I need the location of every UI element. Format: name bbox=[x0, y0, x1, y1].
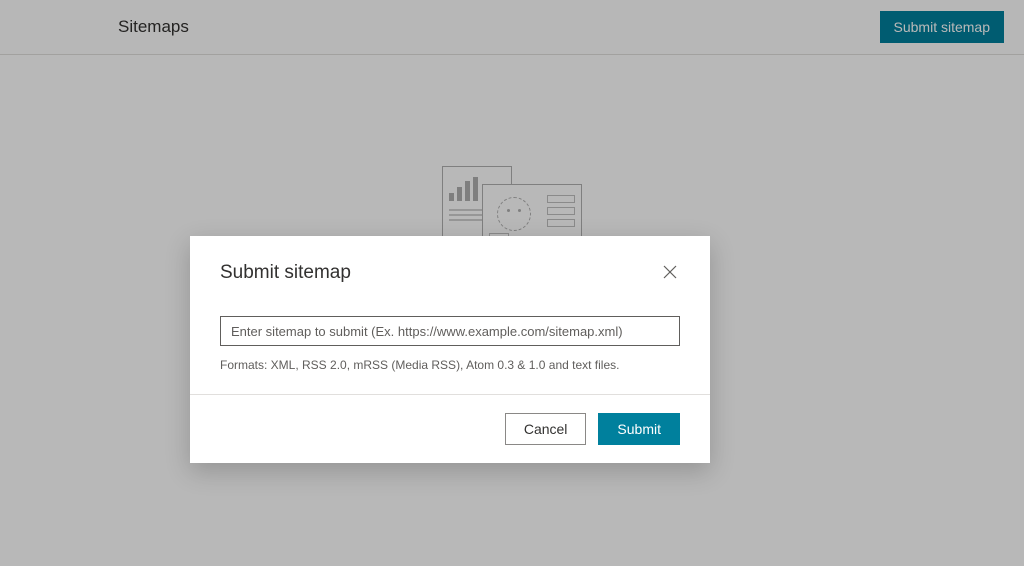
dialog-title: Submit sitemap bbox=[220, 262, 351, 284]
formats-hint: Formats: XML, RSS 2.0, mRSS (Media RSS),… bbox=[220, 358, 680, 372]
submit-sitemap-dialog: Submit sitemap Formats: XML, RSS 2.0, mR… bbox=[190, 236, 710, 463]
close-icon[interactable] bbox=[662, 264, 680, 282]
sitemap-url-input[interactable] bbox=[220, 316, 680, 346]
dialog-footer: Cancel Submit bbox=[190, 394, 710, 463]
submit-button[interactable]: Submit bbox=[598, 413, 680, 445]
cancel-button[interactable]: Cancel bbox=[505, 413, 587, 445]
